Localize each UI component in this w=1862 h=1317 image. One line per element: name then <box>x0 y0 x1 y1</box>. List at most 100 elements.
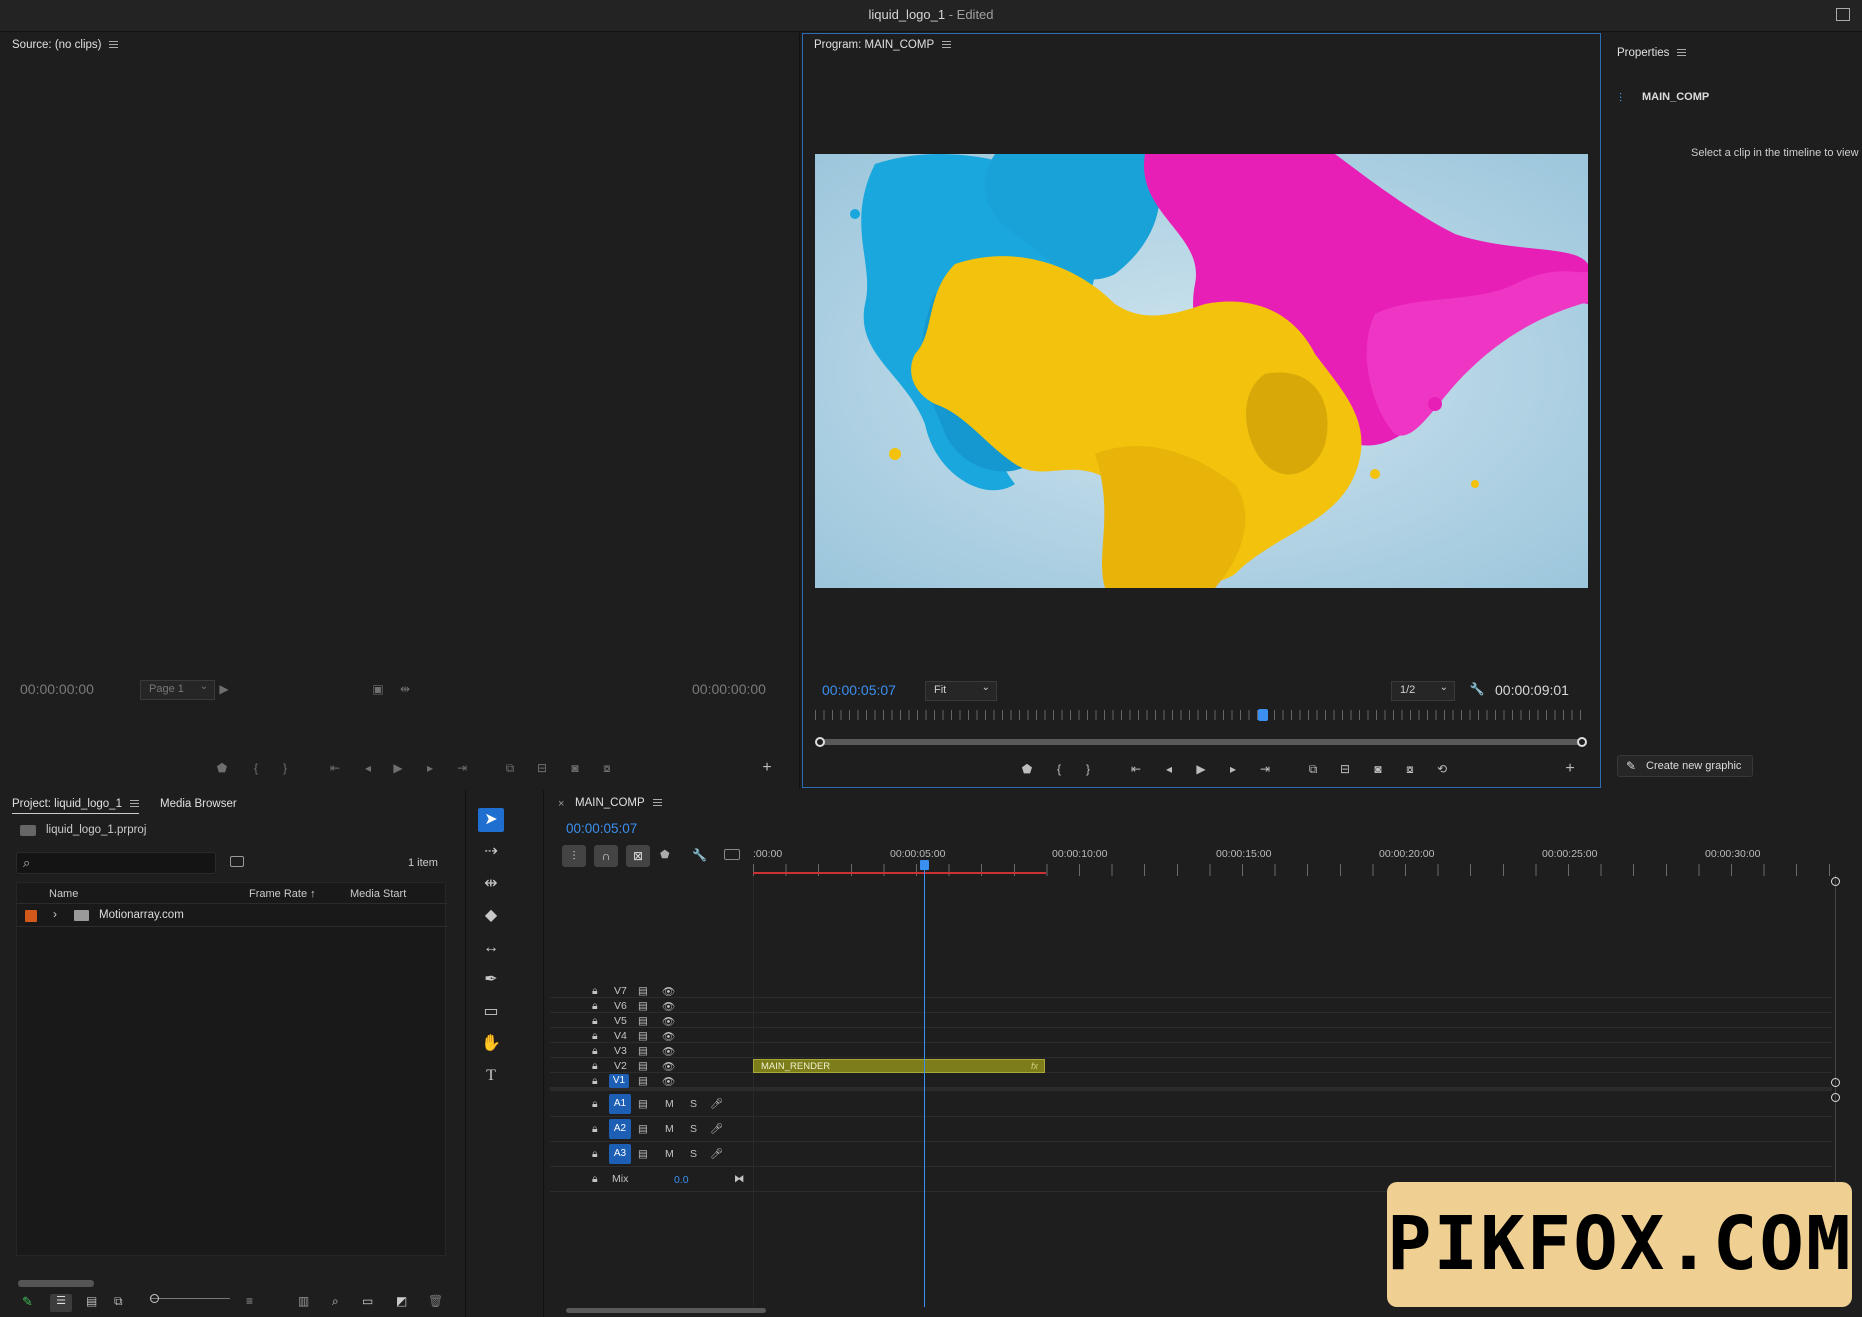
project-item-list[interactable]: Name Frame Rate ↑ Media Start › Motionar… <box>16 882 447 1256</box>
track-target-a2[interactable]: A2 <box>609 1119 631 1139</box>
track-target-a3[interactable]: A3 <box>609 1144 631 1164</box>
voiceover-mic-icon[interactable]: 🎤︎ <box>710 1097 723 1110</box>
timeline-title[interactable]: MAIN_COMP <box>575 797 662 809</box>
mute-button[interactable]: M <box>665 1148 674 1160</box>
tab-media-browser[interactable]: Media Browser <box>160 798 237 810</box>
safe-margins-icon[interactable]: ▣ <box>368 680 388 698</box>
toggle-output-eye-icon[interactable]: 👁︎ <box>662 1015 675 1028</box>
project-horizontal-scrollbar[interactable] <box>18 1280 94 1287</box>
add-marker-icon[interactable]: ⬟ <box>1017 760 1037 778</box>
lock-icon[interactable]: 🔒︎ <box>592 1000 598 1013</box>
track-label-v3[interactable]: V3 <box>614 1045 627 1057</box>
list-item[interactable]: › Motionarray.com <box>17 905 447 927</box>
ripple-edit-tool-icon[interactable]: ⇹ <box>478 872 504 896</box>
create-new-graphic-button[interactable]: ✎ Create new graphic <box>1617 755 1753 777</box>
scroll-handle-right[interactable] <box>1577 737 1587 747</box>
voiceover-mic-icon[interactable]: 🎤︎ <box>710 1147 723 1160</box>
lock-icon[interactable]: 🔒︎ <box>592 1045 598 1058</box>
program-timecode[interactable]: 00:00:05:07 <box>822 682 896 698</box>
timeline-zoom-scrollbar[interactable] <box>566 1308 766 1313</box>
type-tool-icon[interactable]: T <box>478 1064 504 1088</box>
automate-to-sequence-icon[interactable]: ▥ <box>298 1294 309 1308</box>
mark-out-icon[interactable]: } <box>275 759 295 777</box>
tab-project[interactable]: Project: liquid_logo_1 <box>12 798 139 814</box>
pen-tool-icon[interactable]: ✒ <box>478 968 504 992</box>
resolution-select[interactable]: 1/2 ⌄ <box>1391 681 1455 701</box>
work-area-bar[interactable] <box>753 872 1046 874</box>
lock-icon[interactable]: 🔒︎ <box>592 1015 598 1028</box>
track-label-v4[interactable]: V4 <box>614 1030 627 1042</box>
track-select-tool-icon[interactable]: ⇢ <box>478 840 504 864</box>
toggle-output-eye-icon[interactable]: 👁︎ <box>662 1045 675 1058</box>
vr-video-icon[interactable]: ⟲ <box>1432 760 1452 778</box>
track-label-v5[interactable]: V5 <box>614 1015 627 1027</box>
go-to-out-icon[interactable]: ⧓ <box>734 1173 745 1185</box>
track-label-v6[interactable]: V6 <box>614 1000 627 1012</box>
step-back-icon[interactable]: ◂ <box>1159 760 1179 778</box>
comparison-view-icon[interactable]: ⧇ <box>1400 760 1420 778</box>
maximize-icon[interactable] <box>1836 8 1850 21</box>
track-row-v3[interactable] <box>550 1043 1832 1058</box>
icon-view-icon[interactable]: ▤ <box>86 1294 97 1308</box>
mark-out-icon[interactable]: } <box>1078 760 1098 778</box>
page-select[interactable]: Page 1 ⌄ <box>140 680 215 700</box>
lock-icon[interactable]: 🔒︎ <box>592 1098 598 1111</box>
search-input[interactable]: ⌕ <box>16 852 216 874</box>
lock-icon[interactable]: 🔒︎ <box>592 1148 598 1161</box>
sort-icons-icon[interactable]: ≡ <box>246 1294 253 1308</box>
mark-in-icon[interactable]: { <box>1049 760 1069 778</box>
step-forward-icon[interactable]: ▸ <box>420 759 440 777</box>
panel-menu-icon[interactable] <box>1677 49 1687 57</box>
source-timecode-in[interactable]: 00:00:00:00 <box>20 681 94 697</box>
zoom-slider-handle[interactable] <box>150 1294 159 1303</box>
hand-tool-icon[interactable]: ✋ <box>478 1032 504 1056</box>
razor-tool-icon[interactable]: ◆ <box>478 904 504 928</box>
play-icon[interactable]: ▶ <box>388 759 408 777</box>
source-monitor-title[interactable]: Source: (no clips) <box>12 39 119 51</box>
go-to-in-icon[interactable]: ⇤ <box>325 759 345 777</box>
toggle-output-eye-icon[interactable]: 👁︎ <box>662 1075 675 1088</box>
slip-tool-icon[interactable]: ↔ <box>478 936 504 960</box>
sync-lock-icon[interactable]: ▤ <box>638 1098 648 1110</box>
drag-video-icon[interactable]: ⇹ <box>395 680 415 698</box>
vertical-scroll-handle[interactable] <box>1831 877 1840 886</box>
voiceover-mic-icon[interactable]: 🎤︎ <box>710 1122 723 1135</box>
track-target-v1[interactable]: V1 <box>609 1074 629 1088</box>
program-monitor-title[interactable]: Program: MAIN_COMP <box>814 39 952 51</box>
sync-lock-icon[interactable]: ▤ <box>638 1060 648 1072</box>
properties-title[interactable]: Properties <box>1617 47 1687 59</box>
lock-icon[interactable]: 🔒︎ <box>592 1060 598 1073</box>
lock-icon[interactable]: 🔒︎ <box>592 1123 598 1136</box>
lift-icon[interactable]: ⧉ <box>1303 760 1323 778</box>
panel-menu-icon[interactable] <box>109 41 119 49</box>
solo-button[interactable]: S <box>690 1098 697 1110</box>
overwrite-icon[interactable]: ⊟ <box>532 759 552 777</box>
track-label-v7[interactable]: V7 <box>614 985 627 997</box>
rectangle-tool-icon[interactable]: ▭ <box>478 1000 504 1024</box>
track-row-a2[interactable] <box>550 1117 1832 1142</box>
solo-button[interactable]: S <box>690 1123 697 1135</box>
selection-tool-icon[interactable]: ➤ <box>478 808 504 832</box>
track-row-v1[interactable] <box>550 1073 1832 1088</box>
zoom-slider[interactable] <box>150 1298 230 1299</box>
panel-menu-icon[interactable] <box>652 799 662 807</box>
vertical-scroll-handle[interactable] <box>1831 1078 1840 1087</box>
timeline-settings-wrench-icon[interactable]: 🔧 <box>692 848 707 862</box>
track-target-a1[interactable]: A1 <box>609 1094 631 1114</box>
delete-trash-icon[interactable]: 🗑 <box>428 1294 443 1308</box>
zoom-select[interactable]: Fit ⌄ <box>925 681 997 701</box>
toggle-output-eye-icon[interactable]: 👁︎ <box>662 985 675 998</box>
column-name[interactable]: Name <box>49 888 78 900</box>
go-to-out-icon[interactable]: ⇥ <box>452 759 472 777</box>
column-media-start[interactable]: Media Start <box>350 888 406 900</box>
settings-wrench-icon[interactable]: 🔧 <box>1467 680 1487 698</box>
new-search-bin-icon[interactable] <box>230 856 244 867</box>
timeline-playhead[interactable] <box>924 862 925 1307</box>
lock-icon[interactable]: 🔒︎ <box>592 1173 598 1186</box>
export-frame-icon[interactable]: ◙ <box>565 759 585 777</box>
new-item-icon[interactable]: ◩ <box>396 1294 407 1308</box>
track-row-v6[interactable] <box>550 998 1832 1013</box>
new-bin-icon[interactable]: ▭ <box>362 1294 373 1308</box>
compare-icon[interactable]: ⧇ <box>597 759 617 777</box>
mark-in-icon[interactable]: { <box>246 759 266 777</box>
